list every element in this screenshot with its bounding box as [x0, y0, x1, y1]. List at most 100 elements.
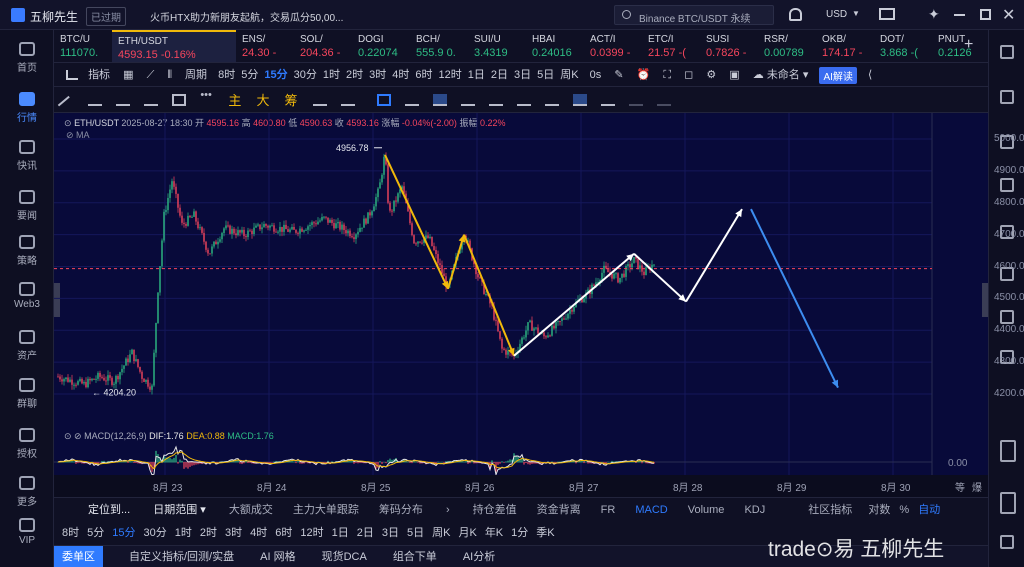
community-indicators[interactable]: 社区指标: [808, 498, 852, 521]
sidebar-item-行情[interactable]: 行情: [0, 92, 54, 124]
ai-button[interactable]: AI解读: [819, 67, 857, 84]
period-option[interactable]: 8时: [62, 521, 79, 545]
period-option[interactable]: 12时: [300, 521, 323, 545]
calendar-icon[interactable]: ▦: [123, 63, 133, 86]
period-option[interactable]: 15分: [112, 521, 135, 545]
alarm-icon[interactable]: ⏰: [637, 63, 651, 86]
axis-extra-label[interactable]: 等: [955, 479, 965, 494]
period-option[interactable]: 5日: [407, 521, 424, 545]
period-option[interactable]: 3时: [369, 63, 386, 86]
panel-tab[interactable]: 现货DCA: [322, 546, 367, 567]
axis-extra-label[interactable]: 爆: [972, 479, 982, 494]
ticker-tab[interactable]: ENS/24.30 -: [236, 30, 294, 62]
period-option[interactable]: 30分: [294, 63, 317, 86]
indicator-tab[interactable]: MACD: [635, 499, 667, 521]
indicator-tab[interactable]: 大额成交: [229, 498, 273, 521]
ticker-tab[interactable]: RSR/0.00789: [758, 30, 816, 62]
period-option[interactable]: 30分: [144, 521, 167, 545]
save-icon[interactable]: ▣: [729, 63, 739, 86]
period-option[interactable]: 1时: [323, 63, 340, 86]
period-option[interactable]: 15分: [264, 63, 287, 86]
magnet-icon[interactable]: [312, 94, 327, 106]
sidebar-item-群聊[interactable]: 群聊: [0, 378, 54, 410]
sidebar-item-快讯[interactable]: 快讯: [0, 140, 54, 172]
layout-name-select[interactable]: ☁ 未命名 ▾: [753, 63, 809, 86]
period-option[interactable]: 1日: [332, 521, 349, 545]
period-option[interactable]: 5分: [241, 63, 258, 86]
mail-icon[interactable]: [879, 8, 895, 20]
period-option[interactable]: 3日: [514, 63, 531, 86]
trash-icon[interactable]: [601, 94, 616, 106]
sidebar-item-策略[interactable]: 策略: [0, 235, 54, 267]
price-chart[interactable]: ⊙ ETH/USDT 2025-08-27 18:30 开 4595.16 高 …: [54, 113, 1024, 475]
indicator-tab[interactable]: 筹码分布: [379, 498, 423, 521]
bars-icon[interactable]: ⫴: [167, 63, 172, 86]
ticker-tab[interactable]: ETC/I 21.57 -(: [642, 30, 700, 62]
channel-tool-icon[interactable]: [116, 94, 131, 106]
period-option[interactable]: 3时: [225, 521, 242, 545]
ticker-tab[interactable]: BTC/U 111070.: [54, 30, 112, 62]
notes-icon[interactable]: [1000, 90, 1014, 104]
minimize-icon[interactable]: [954, 14, 965, 16]
screenshot-icon[interactable]: ◻: [684, 63, 693, 86]
panel-tab[interactable]: 组合下单: [393, 546, 437, 567]
scroll-right-icon[interactable]: ›: [446, 498, 450, 521]
positions-icon[interactable]: [1000, 440, 1016, 462]
ticker-tab[interactable]: DOT/3.868 -(: [874, 30, 932, 62]
big-tool[interactable]: 大: [256, 90, 269, 109]
share-icon[interactable]: ⟨: [868, 63, 872, 86]
log-toggle[interactable]: 对数: [868, 498, 890, 521]
locate-button[interactable]: 定位到...: [88, 498, 130, 521]
indicator-tab[interactable]: 主力大单跟踪: [293, 498, 359, 521]
period-option[interactable]: 8时: [218, 63, 235, 86]
ticker-tab[interactable]: OKB/174.17 -: [816, 30, 874, 62]
indicator-tab[interactable]: KDJ: [744, 498, 765, 521]
period-option[interactable]: 2日: [357, 521, 374, 545]
indicator-tab[interactable]: 持仓差值: [473, 498, 517, 521]
restore-icon[interactable]: [980, 9, 991, 20]
period-option[interactable]: 5日: [537, 63, 554, 86]
ticker-tab[interactable]: SOL/204.36 -: [294, 30, 352, 62]
panel-tab[interactable]: 自定义指标/回测/实盘: [129, 546, 234, 567]
hline-tool-icon[interactable]: [88, 94, 103, 106]
ticker-tab[interactable]: HBAI 0.24016: [526, 30, 584, 62]
auto-toggle[interactable]: 自动: [918, 499, 940, 521]
period-option[interactable]: 周K: [432, 521, 450, 545]
period-option[interactable]: 2时: [346, 63, 363, 86]
period-option[interactable]: 4时: [392, 63, 409, 86]
news-ticker[interactable]: 火币HTX助力新朋友起航，交易瓜分50,00...: [150, 9, 343, 24]
sidebar-item-资产[interactable]: 资产: [0, 330, 54, 362]
panel-tab[interactable]: AI分析: [463, 546, 495, 567]
chart-type-icon[interactable]: [66, 70, 78, 80]
rect-tool-icon[interactable]: [172, 94, 187, 106]
fib-icon[interactable]: [340, 94, 355, 106]
date-range-button[interactable]: 日期范围 ▾: [153, 498, 206, 521]
filter-icon[interactable]: [573, 94, 588, 106]
period-option[interactable]: 5分: [87, 521, 104, 545]
main-tool[interactable]: 主: [228, 90, 241, 109]
ticker-tab[interactable]: ACT/I 0.0399 -: [584, 30, 642, 62]
indicator-tab[interactable]: FR: [601, 498, 616, 521]
line-tool-icon[interactable]: [57, 95, 77, 112]
copy-icon[interactable]: [376, 94, 391, 106]
settings-icon[interactable]: [1000, 535, 1014, 549]
indicator-tab[interactable]: Volume: [688, 498, 725, 521]
fullscreen-icon[interactable]: ⛶: [663, 63, 671, 86]
compare-icon[interactable]: [1000, 310, 1014, 324]
grid-icon[interactable]: [1000, 492, 1016, 514]
ray-tool-icon[interactable]: [144, 94, 159, 106]
chip-tool[interactable]: 筹: [285, 90, 298, 109]
panel-tab[interactable]: 委单区: [54, 546, 103, 567]
edit-icon[interactable]: ✎: [614, 63, 623, 86]
bell-icon[interactable]: [789, 8, 802, 21]
ticker-tab[interactable]: DOGI 0.22074: [352, 30, 410, 62]
sidebar-item-授权[interactable]: 授权: [0, 428, 54, 460]
redo-icon[interactable]: [657, 94, 672, 106]
chevron-down-icon[interactable]: ▼: [852, 9, 860, 18]
ticker-tab[interactable]: BCH/555.9 0.: [410, 30, 468, 62]
visible-icon[interactable]: [545, 94, 560, 106]
period-button[interactable]: 周期: [185, 63, 207, 86]
sidebar-item-首页[interactable]: 首页: [0, 42, 54, 74]
period-option[interactable]: 4时: [250, 521, 267, 545]
hide-icon[interactable]: [517, 94, 532, 106]
